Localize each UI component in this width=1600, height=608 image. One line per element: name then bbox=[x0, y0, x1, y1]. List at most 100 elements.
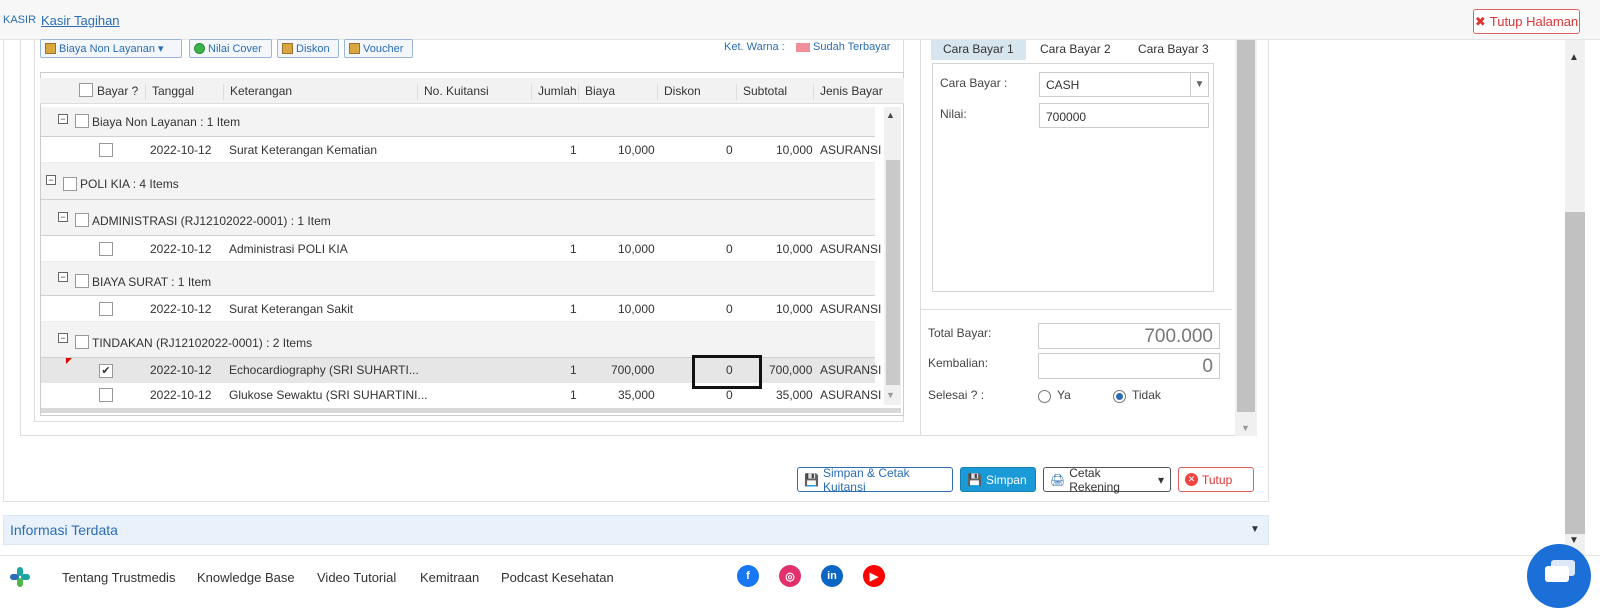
voucher-button[interactable]: Voucher bbox=[344, 39, 413, 58]
footer-link[interactable]: Podcast Kesehatan bbox=[501, 570, 614, 585]
collapse-icon[interactable]: − bbox=[58, 212, 68, 222]
cell-tanggal: 2022-10-12 bbox=[150, 143, 212, 157]
info-section[interactable] bbox=[3, 515, 1269, 545]
panel-scroll-thumb[interactable] bbox=[1237, 40, 1255, 412]
cell-jenis: ASURANSI bbox=[820, 302, 882, 316]
non-service-cost-button[interactable]: Biaya Non Layanan ▾ bbox=[40, 39, 182, 58]
trustmedis-logo-icon[interactable] bbox=[8, 565, 32, 589]
scroll-down-icon[interactable]: ▼ bbox=[886, 390, 895, 400]
discount-button[interactable]: Diskon bbox=[277, 39, 339, 58]
caret-down-icon[interactable]: ▼ bbox=[1250, 524, 1260, 535]
save-icon: 💾 bbox=[804, 472, 819, 487]
header-jumlah[interactable]: Jumlah bbox=[531, 84, 577, 100]
header-subtotal[interactable]: Subtotal bbox=[736, 84, 787, 100]
payment-method-select[interactable]: CASH ▼ bbox=[1039, 72, 1209, 97]
cell-jenis: ASURANSI bbox=[820, 388, 882, 402]
close-button[interactable]: ✕ Tutup bbox=[1178, 467, 1254, 492]
row-checkbox[interactable] bbox=[99, 302, 113, 316]
divider bbox=[920, 309, 1232, 310]
highlight-box bbox=[692, 355, 762, 389]
radio-tidak[interactable] bbox=[1113, 390, 1126, 403]
kembalian-field: 0 bbox=[1038, 353, 1220, 379]
cell-biaya: 10,000 bbox=[618, 242, 655, 256]
radio-ya[interactable] bbox=[1038, 390, 1051, 403]
header-jenis[interactable]: Jenis Bayar bbox=[813, 84, 883, 100]
chevron-down-icon: ▼ bbox=[1190, 73, 1208, 96]
cell-biaya: 700,000 bbox=[611, 363, 655, 377]
grid-scroll-thumb[interactable] bbox=[886, 160, 900, 385]
cell-diskon: 0 bbox=[726, 302, 733, 316]
footer-link[interactable]: Video Tutorial bbox=[317, 570, 396, 585]
tab-cara-bayar-2[interactable]: Cara Bayar 2 bbox=[1028, 40, 1123, 60]
cell-keterangan: Administrasi POLI KIA bbox=[229, 242, 348, 256]
row-checkbox[interactable] bbox=[99, 388, 113, 402]
footer-link[interactable]: Tentang Trustmedis bbox=[62, 570, 175, 585]
linkedin-icon[interactable]: in bbox=[821, 565, 843, 587]
collapse-icon[interactable]: − bbox=[58, 333, 68, 343]
row-checkbox-checked[interactable]: ✔ bbox=[99, 364, 113, 378]
breadcrumb-module[interactable]: KASIR bbox=[3, 14, 36, 26]
edit-icon bbox=[282, 43, 293, 54]
payment-method-box bbox=[932, 63, 1214, 292]
cell-diskon: 0 bbox=[726, 388, 733, 402]
header-bayar: Bayar ? bbox=[97, 84, 139, 98]
group-checkbox[interactable] bbox=[75, 335, 89, 349]
select-all-checkbox[interactable] bbox=[79, 83, 93, 100]
save-print-receipt-button[interactable]: 💾 Simpan & Cetak Kuitansi bbox=[797, 466, 953, 494]
cell-tanggal: 2022-10-12 bbox=[150, 388, 212, 402]
edit-icon bbox=[349, 43, 360, 54]
save-button[interactable]: 💾 Simpan bbox=[960, 467, 1036, 492]
group-label: ADMINISTRASI (RJ12102022-0001) : 1 Item bbox=[92, 214, 331, 228]
tab-cara-bayar-3[interactable]: Cara Bayar 3 bbox=[1126, 40, 1221, 60]
scroll-up-icon[interactable]: ▲ bbox=[886, 110, 895, 120]
row-checkbox[interactable] bbox=[99, 143, 113, 157]
scroll-up-icon[interactable]: ▲ bbox=[1569, 52, 1579, 63]
group-checkbox[interactable] bbox=[63, 177, 77, 191]
cell-jumlah: 1 bbox=[570, 242, 577, 256]
close-icon: ✖ bbox=[1474, 13, 1486, 29]
row-checkbox[interactable] bbox=[99, 242, 113, 256]
chat-widget-button[interactable] bbox=[1527, 544, 1591, 608]
cell-tanggal: 2022-10-12 bbox=[150, 363, 212, 377]
header-keterangan[interactable]: Keterangan bbox=[223, 84, 292, 100]
cell-jenis: ASURANSI bbox=[820, 363, 882, 377]
page-scroll-thumb[interactable] bbox=[1565, 212, 1585, 534]
instagram-icon[interactable]: ◎ bbox=[779, 565, 801, 587]
nilai-input[interactable]: 700000 bbox=[1039, 103, 1209, 128]
plus-icon bbox=[194, 43, 205, 54]
header-diskon[interactable]: Diskon bbox=[657, 84, 701, 100]
header-kuitansi[interactable]: No. Kuitansi bbox=[417, 84, 489, 100]
header-biaya[interactable]: Biaya bbox=[578, 84, 615, 100]
cell-subtotal: 35,000 bbox=[776, 388, 813, 402]
breadcrumb-page[interactable]: Kasir Tagihan bbox=[41, 13, 120, 28]
header-tanggal[interactable]: Tanggal bbox=[145, 84, 194, 100]
caret-down-icon: ▾ bbox=[1157, 472, 1164, 487]
cover-value-button[interactable]: Nilai Cover bbox=[189, 39, 272, 58]
horizontal-scrollbar[interactable] bbox=[41, 408, 901, 413]
tab-cara-bayar-1[interactable]: Cara Bayar 1 bbox=[931, 40, 1026, 60]
print-account-button[interactable]: 🖨 Cetak Rekening ▾ bbox=[1043, 466, 1171, 494]
cell-keterangan: Echocardiography (SRI SUHARTI... bbox=[229, 363, 419, 377]
cell-jumlah: 1 bbox=[570, 363, 577, 377]
group-checkbox[interactable] bbox=[75, 114, 89, 128]
edit-icon bbox=[45, 43, 56, 54]
close-page-button[interactable]: ✖ Tutup Halaman bbox=[1473, 9, 1580, 34]
facebook-icon[interactable]: f bbox=[737, 565, 759, 587]
scroll-down-icon[interactable]: ▼ bbox=[1241, 423, 1250, 433]
cell-keterangan: Surat Keterangan Kematian bbox=[229, 143, 378, 157]
collapse-icon[interactable]: − bbox=[58, 272, 68, 282]
cell-jumlah: 1 bbox=[570, 143, 577, 157]
youtube-icon[interactable]: ▶ bbox=[863, 565, 885, 587]
cell-biaya: 35,000 bbox=[618, 388, 655, 402]
group-checkbox[interactable] bbox=[75, 274, 89, 288]
collapse-icon[interactable]: − bbox=[58, 114, 68, 124]
close-circle-icon: ✕ bbox=[1185, 473, 1198, 486]
color-legend-label: Ket. Warna : bbox=[724, 41, 785, 53]
cell-subtotal: 700,000 bbox=[769, 363, 813, 377]
group-checkbox[interactable] bbox=[75, 213, 89, 227]
footer-link[interactable]: Knowledge Base bbox=[197, 570, 295, 585]
footer-link[interactable]: Kemitraan bbox=[420, 570, 479, 585]
group-label: POLI KIA : 4 Items bbox=[80, 177, 179, 191]
collapse-icon[interactable]: − bbox=[46, 175, 56, 185]
cell-keterangan: Glukose Sewaktu (SRI SUHARTINI... bbox=[229, 388, 428, 402]
